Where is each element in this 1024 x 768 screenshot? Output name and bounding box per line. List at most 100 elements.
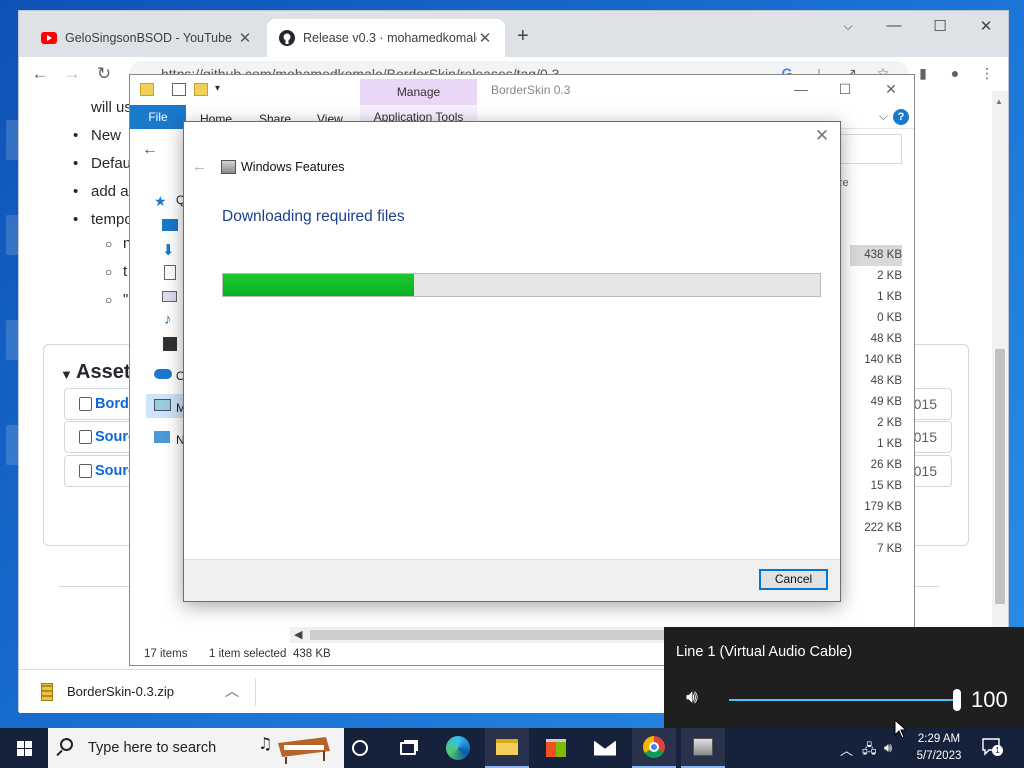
release-note-line: add a [91, 183, 129, 200]
file-size[interactable]: 48 KB [850, 329, 902, 350]
reload-icon[interactable]: ↻ [91, 61, 117, 87]
release-note-line: " [123, 291, 129, 308]
network-icon [154, 431, 170, 443]
package-icon [79, 397, 92, 411]
system-clock[interactable]: 2:29 AM 5/7/2023 [906, 731, 972, 765]
file-size[interactable]: 140 KB [850, 350, 902, 371]
sub-bullet: ○ [105, 293, 113, 307]
side-panel-icon[interactable]: ▮ [913, 63, 933, 83]
asset-date: 015 [913, 396, 937, 412]
volume-icon[interactable]: 🔊︎ [884, 740, 892, 756]
file-size[interactable]: 49 KB [850, 392, 902, 413]
new-folder-icon[interactable] [194, 83, 208, 96]
ribbon-expand-icon[interactable]: ⌵ [879, 109, 888, 124]
start-button[interactable] [0, 728, 48, 768]
file-size[interactable]: 2 KB [850, 413, 902, 434]
tab-search-icon[interactable]: ⌵ [836, 19, 860, 34]
scrollbar-thumb[interactable] [310, 630, 670, 640]
speaker-icon[interactable]: 🔊︎ [686, 687, 698, 709]
taskbar-search-box[interactable]: Type here to search ♫ [48, 728, 344, 768]
task-view-icon[interactable] [386, 728, 430, 768]
sub-bullet: ○ [105, 265, 113, 279]
bullet: • [73, 183, 79, 200]
file-size[interactable]: 26 KB [850, 455, 902, 476]
windows-logo-icon [25, 749, 32, 756]
file-size[interactable]: 15 KB [850, 476, 902, 497]
chevron-up-icon[interactable]: ︿ [225, 681, 239, 701]
cortana-icon[interactable] [338, 728, 382, 768]
windows-logo-icon [17, 741, 24, 748]
download-filename[interactable]: BorderSkin-0.3.zip [67, 684, 174, 699]
download-arrow-icon[interactable]: ⬇ [162, 241, 180, 259]
volume-flyout: Line 1 (Virtual Audio Cable) 🔊︎ 100 [664, 627, 1024, 728]
network-icon[interactable]: 🖧︎ [862, 740, 877, 762]
volume-slider-thumb[interactable] [953, 689, 961, 711]
progress-fill [223, 274, 415, 296]
file-size[interactable]: 438 KB [850, 245, 902, 266]
dialog-footer: Cancel [184, 559, 840, 601]
show-hidden-icons-chevron-icon[interactable]: ︿ [840, 740, 853, 759]
tab-title: GeloSingsonBSOD - YouTube [65, 31, 233, 45]
back-arrow-icon[interactable]: ← [192, 158, 207, 175]
scroll-up-arrow-icon[interactable]: ▲ [995, 97, 1003, 106]
file-size[interactable]: 222 KB [850, 518, 902, 539]
scrollbar-thumb[interactable] [995, 349, 1005, 604]
audio-device-name[interactable]: Line 1 (Virtual Audio Cable) [676, 644, 852, 660]
edge-icon[interactable] [436, 728, 480, 768]
download-progress-bar [222, 273, 821, 297]
mail-icon[interactable] [583, 728, 627, 768]
page-scrollbar[interactable]: ▲ [992, 91, 1008, 669]
minimize-icon[interactable]: — [882, 17, 906, 34]
new-tab-button[interactable]: + [517, 25, 529, 48]
file-size[interactable]: 2 KB [850, 266, 902, 287]
release-note-line: t [123, 263, 128, 280]
close-tab-icon[interactable]: ✕ [237, 29, 253, 47]
mouse-pointer-icon [894, 719, 908, 739]
profile-avatar-icon[interactable]: ● [945, 63, 965, 83]
videos-icon[interactable] [163, 337, 177, 351]
close-icon[interactable]: ✕ [812, 126, 832, 146]
minimize-icon[interactable]: — [790, 81, 812, 97]
windows-features-taskbar-icon[interactable] [681, 728, 725, 768]
desktop-icon[interactable] [162, 219, 178, 231]
file-explorer-taskbar-icon[interactable] [485, 728, 529, 768]
file-size[interactable]: 48 KB [850, 371, 902, 392]
file-zip-icon [79, 430, 92, 444]
scroll-left-arrow-icon[interactable]: ◀ [294, 628, 302, 641]
windows-logo-icon [25, 741, 32, 748]
music-note-icon[interactable]: ♪ [164, 311, 182, 328]
manage-tab[interactable]: Manage [360, 79, 477, 105]
pictures-icon[interactable] [162, 291, 177, 302]
notification-center-icon[interactable]: 1 [982, 738, 1003, 756]
maximize-icon[interactable]: ☐ [928, 17, 952, 35]
quick-access-dropdown-icon[interactable]: ▾ [215, 83, 220, 94]
file-size[interactable]: 179 KB [850, 497, 902, 518]
volume-slider[interactable] [729, 699, 957, 701]
cancel-button[interactable]: Cancel [759, 569, 828, 590]
forward-arrow-icon[interactable]: → [59, 61, 85, 87]
file-size[interactable]: 0 KB [850, 308, 902, 329]
microsoft-store-icon[interactable] [534, 728, 578, 768]
clock-time: 2:29 AM [917, 733, 961, 745]
close-window-icon[interactable]: ✕ [880, 81, 902, 98]
close-tab-icon[interactable]: ✕ [477, 29, 493, 47]
maximize-icon[interactable]: ☐ [834, 81, 856, 98]
chrome-menu-icon[interactable]: ⋮ [977, 63, 997, 83]
close-window-icon[interactable]: ✕ [974, 17, 998, 35]
help-icon[interactable]: ? [893, 109, 909, 125]
document-icon[interactable] [164, 265, 176, 280]
back-arrow-icon[interactable]: ← [142, 141, 158, 159]
file-size[interactable]: 7 KB [850, 539, 902, 560]
chrome-taskbar-icon[interactable] [632, 728, 676, 768]
tab-youtube[interactable]: GeloSingsonBSOD - YouTube ✕ [29, 19, 265, 57]
tab-title: Release v0.3 · mohamedkomalo/BorderSkin [303, 31, 477, 45]
search-box[interactable] [839, 134, 902, 164]
tab-github-release[interactable]: Release v0.3 · mohamedkomalo/BorderSkin … [267, 19, 505, 57]
file-size[interactable]: 1 KB [850, 434, 902, 455]
file-size[interactable]: 1 KB [850, 287, 902, 308]
windows-logo-icon [17, 749, 24, 756]
back-arrow-icon[interactable]: ← [27, 61, 53, 87]
caret-down-icon[interactable]: ▼ [60, 367, 73, 382]
ribbon-tab-file[interactable]: File [130, 105, 186, 129]
properties-icon[interactable] [172, 83, 186, 96]
